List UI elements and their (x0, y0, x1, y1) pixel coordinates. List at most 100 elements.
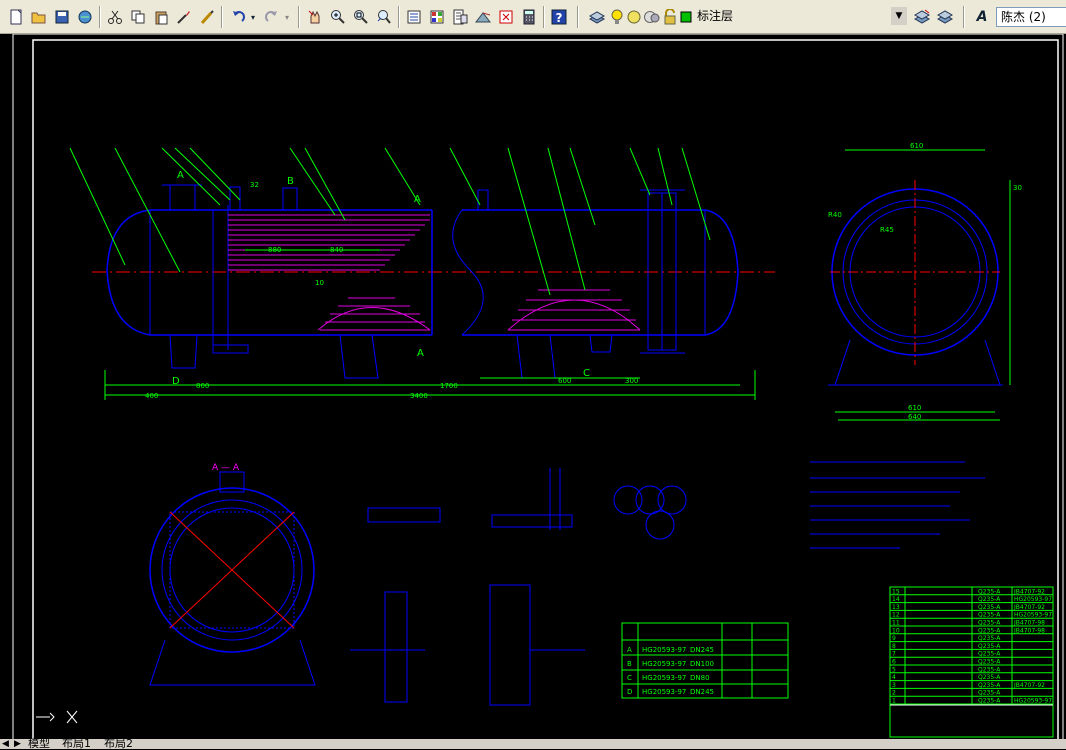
nozzle-row-a-id: A (627, 646, 632, 654)
bom-cell-std: JB4707-98 (1013, 627, 1045, 634)
text-style-dropdown[interactable]: 陈杰 (2) (996, 7, 1066, 27)
dim-32: 32 (250, 181, 259, 189)
color-swatch-icon[interactable] (679, 7, 693, 27)
dim-r40: R40 (828, 211, 842, 219)
nozzle-row-d-id: D (627, 688, 632, 696)
nozzle-row-a-size: DN245 (690, 646, 714, 654)
section-aa-view: A — A (149, 463, 316, 686)
matchprop-icon[interactable] (174, 7, 194, 27)
zoom-realtime-icon[interactable] (328, 7, 348, 27)
dim-10: 10 (315, 279, 324, 287)
bom-cell-no: 6 (892, 659, 896, 666)
tab-nav-first-icon[interactable]: ◀ (2, 739, 9, 749)
undo-dropdown-icon[interactable]: ▾ (248, 7, 258, 27)
properties-icon[interactable] (404, 7, 424, 27)
bom-cell-spec: Q235-A (978, 604, 1001, 611)
text-style-icon[interactable]: A (972, 7, 992, 27)
paste-icon[interactable] (151, 7, 171, 27)
redo-icon[interactable] (262, 7, 282, 27)
main-elevation-view: 400 800 1700 600 300 3400 880 840 32 10 … (69, 147, 775, 400)
model-space-canvas[interactable]: 400 800 1700 600 300 3400 880 840 32 10 … (0, 33, 1066, 747)
nozzle-table: A HG20593-97 DN245 B HG20593-97 DN100 C … (621, 622, 789, 699)
bom-cell-no: 4 (892, 674, 896, 681)
layer-dropdown[interactable]: 标注层 ▼ (693, 7, 909, 27)
bom-cell-spec: Q235-A (978, 666, 1001, 673)
bom-cell-spec: Q235-A (978, 690, 1001, 697)
design-center-icon[interactable] (427, 7, 447, 27)
bom-cell-spec: Q235-A (978, 698, 1001, 705)
ucs-icon (36, 710, 78, 724)
help-icon[interactable]: ? (549, 7, 569, 27)
technical-notes (810, 461, 985, 549)
tab-model[interactable]: 模型 (28, 738, 50, 749)
sun-icon[interactable] (627, 7, 641, 27)
tab-nav-next-icon[interactable]: ▶ (14, 739, 21, 749)
copy-icon[interactable] (128, 7, 148, 27)
lock-icon[interactable] (663, 7, 677, 27)
bom-cell-no: 8 (892, 643, 896, 650)
pan-icon[interactable] (305, 7, 325, 27)
standard-toolbar: ▾ ▾ ? 标注层 ▼ A 陈杰 (2) (0, 0, 1066, 34)
bom-cell-spec: Q235-A (978, 620, 1001, 627)
nozzle-label-b: B (287, 176, 294, 187)
new-icon[interactable] (6, 7, 26, 27)
make-current-layer-icon[interactable] (912, 7, 932, 27)
bom-cell-no: 7 (892, 651, 896, 658)
bom-cell-spec: Q235-A (978, 627, 1001, 634)
redo-dropdown-icon[interactable]: ▾ (282, 7, 292, 27)
bom-cell-spec: Q235-A (978, 635, 1001, 642)
cut-icon[interactable] (105, 7, 125, 27)
zoom-previous-icon[interactable] (374, 7, 394, 27)
bom-cell-std: JB4707-92 (1013, 604, 1045, 611)
drawing-svg: 400 800 1700 600 300 3400 880 840 32 10 … (12, 33, 1064, 747)
nozzle-label-a: A (177, 170, 184, 181)
brush-icon[interactable] (197, 7, 217, 27)
nozzle-row-b-size: DN100 (690, 660, 714, 668)
bom-cell-no: 3 (892, 682, 896, 689)
markup-icon[interactable] (473, 7, 493, 27)
bom-cell-spec: Q235-A (978, 588, 1001, 595)
zoom-window-icon[interactable] (351, 7, 371, 27)
freeze-icon[interactable] (644, 7, 660, 27)
bom-cell-spec: Q235-A (978, 659, 1001, 666)
dim-400: 400 (145, 392, 158, 400)
bom-cell-no: 2 (892, 690, 896, 697)
dim-3400: 3400 (410, 392, 428, 400)
bom-cell-no: 13 (892, 604, 900, 611)
bom-cell-no: 10 (892, 627, 900, 634)
bom-cell-std: HG20593-97 (1014, 596, 1052, 603)
bom-cell-std: JB4707-98 (1013, 620, 1045, 627)
dim-610-top: 610 (910, 142, 923, 150)
chevron-down-icon[interactable]: ▼ (891, 7, 907, 25)
dim-300: 300 (625, 377, 638, 385)
bulb-icon[interactable] (610, 7, 624, 27)
bom-cell-spec: Q235-A (978, 612, 1001, 619)
dim-640: 640 (908, 413, 921, 421)
bom-cell-spec: Q235-A (978, 651, 1001, 658)
save-icon[interactable] (52, 7, 72, 27)
open-icon[interactable] (29, 7, 49, 27)
dim-610-bottom: 610 (908, 404, 921, 412)
calculator-icon[interactable] (519, 7, 539, 27)
dim-840: 840 (330, 246, 343, 254)
end-view: 610 610 640 30 R40 R45 (828, 142, 1022, 421)
layout-tabs: ◀ ▶ 模型 布局1 布局2 (0, 738, 1066, 749)
layer-manager-icon[interactable] (587, 7, 607, 27)
dim-r45: R45 (880, 226, 894, 234)
nozzle-row-c-id: C (627, 674, 632, 682)
nozzle-row-d-std: HG20593-97 (642, 688, 686, 696)
bom-table: 15 Q235-A JB4707-9214 Q235-A HG20593-9713 Q23… (889, 586, 1054, 738)
section-label-a-top: A (414, 194, 421, 205)
tool-palette-icon[interactable] (450, 7, 470, 27)
undo-icon[interactable] (228, 7, 248, 27)
print-icon[interactable] (75, 7, 95, 27)
tab-layout1[interactable]: 布局1 (62, 738, 91, 749)
dim-1700: 1700 (440, 382, 458, 390)
nozzle-label-d: D (172, 376, 180, 387)
layer-previous-icon[interactable] (935, 7, 955, 27)
tab-layout2[interactable]: 布局2 (104, 738, 133, 749)
nozzle-row-c-size: DN80 (690, 674, 710, 682)
bom-cell-std: HG20593-97 (1014, 612, 1052, 619)
bom-cell-no: 1 (892, 698, 896, 705)
sheet-set-icon[interactable] (496, 7, 516, 27)
